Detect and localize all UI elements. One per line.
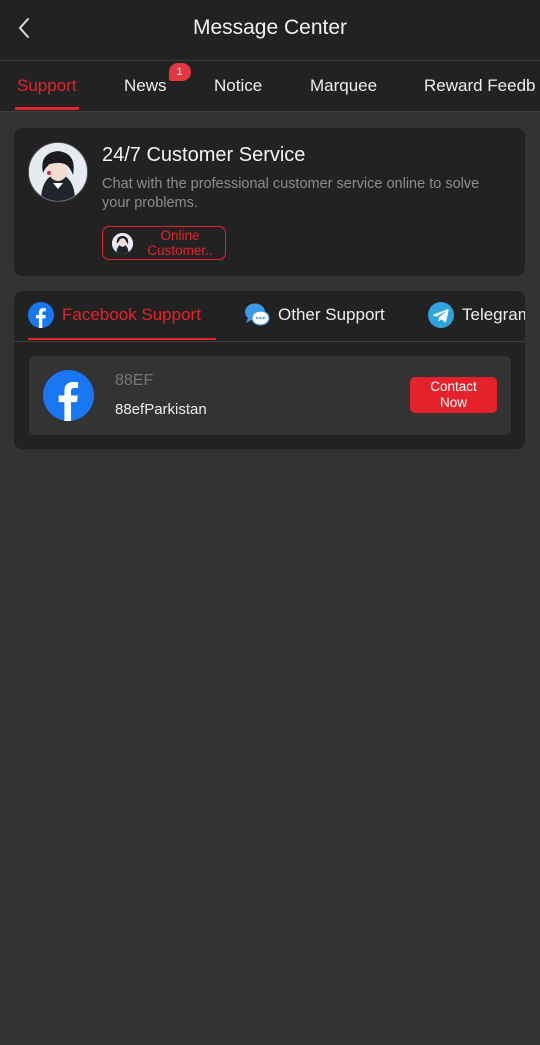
unread-badge: 1	[168, 63, 191, 81]
tab-reward-feedback[interactable]: Reward Feedb	[424, 61, 536, 111]
customer-service-card: 24/7 Customer Service Chat with the prof…	[14, 128, 525, 276]
tab-other-support[interactable]: Other Support	[244, 291, 404, 340]
tab-label: Telegram	[462, 305, 525, 324]
agent-avatar-small	[112, 233, 133, 254]
support-channels-card: Facebook Support Other Support Telegram	[14, 291, 525, 449]
tab-telegram-support[interactable]: Telegram	[428, 291, 525, 340]
tab-label: Reward Feedb	[424, 76, 536, 95]
active-tab-indicator	[28, 338, 216, 340]
customer-service-description: Chat with the professional customer serv…	[102, 176, 480, 211]
tab-label: News	[124, 76, 167, 95]
page-title: Message Center	[192, 16, 348, 39]
tab-label: Facebook Support	[62, 305, 201, 324]
telegram-icon	[428, 302, 454, 328]
contact-name: 88EF	[115, 372, 154, 389]
chat-bubble-icon	[245, 303, 270, 326]
online-customer-button[interactable]: Online Customer..	[102, 226, 226, 260]
top-bar: Message Center	[0, 0, 540, 61]
list-item: 88EF 88efParkistan Contact Now	[29, 356, 511, 435]
tab-marquee[interactable]: Marquee	[310, 61, 377, 111]
online-customer-label: Online Customer..	[147, 228, 213, 258]
active-tab-indicator	[15, 107, 79, 110]
customer-service-title: 24/7 Customer Service	[102, 144, 306, 166]
tab-label: Support	[17, 76, 77, 95]
contact-id: 88efParkistan	[115, 401, 207, 418]
facebook-icon	[28, 302, 54, 328]
tab-label: Notice	[214, 76, 263, 95]
agent-avatar	[28, 142, 88, 202]
tab-news[interactable]: News 1	[124, 61, 191, 111]
tab-notice[interactable]: Notice	[214, 61, 262, 111]
tab-label: Other Support	[278, 305, 385, 324]
tab-facebook-support[interactable]: Facebook Support	[28, 291, 216, 340]
tab-label: Marquee	[310, 76, 378, 95]
contact-now-button[interactable]: Contact Now	[410, 377, 497, 413]
support-tabs: Facebook Support Other Support Telegram	[14, 291, 525, 342]
contact-now-label: Contact Now	[430, 379, 477, 410]
message-tabs: Support News 1 Notice Marquee Reward Fee…	[0, 61, 540, 112]
tab-support[interactable]: Support	[15, 61, 79, 111]
facebook-icon	[43, 370, 94, 421]
